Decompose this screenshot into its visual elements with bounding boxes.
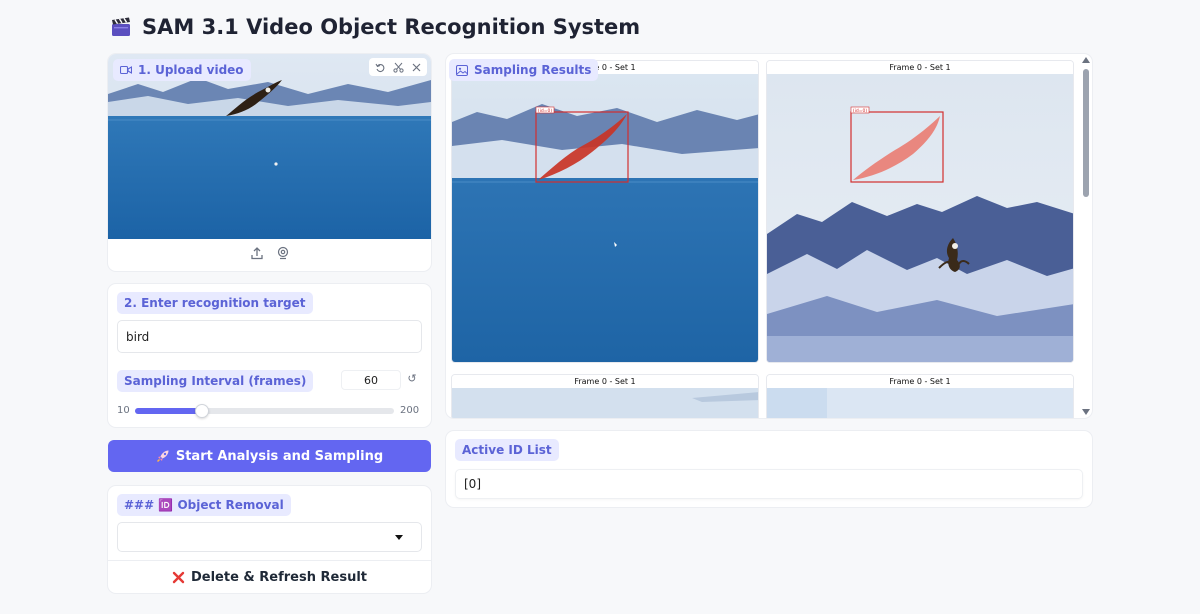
active-id-panel: Active ID List [0] (446, 431, 1092, 507)
video-frame-image (108, 54, 431, 239)
recognition-target-input[interactable] (117, 320, 422, 353)
thumbnail-caption: Frame 0 - Set 1 (767, 375, 1073, 388)
clapperboard-icon (112, 17, 130, 36)
reset-icon[interactable]: ↺ (405, 372, 419, 386)
sampling-results-label: Sampling Results (449, 59, 599, 81)
result-thumbnail[interactable]: Frame 0 - Set 1 (766, 374, 1074, 418)
page-header: SAM 3.1 Video Object Recognition System (110, 12, 640, 42)
divider (108, 560, 431, 561)
start-analysis-button[interactable]: Start Analysis and Sampling (108, 440, 431, 472)
recognition-target-label: 2. Enter recognition target (117, 292, 313, 314)
close-icon[interactable] (408, 59, 424, 75)
chevron-down-icon (395, 535, 403, 540)
scroll-up-icon[interactable] (1082, 57, 1090, 63)
sampling-interval-slider[interactable] (135, 404, 394, 418)
object-removal-panel: ### 🆔 Object Removal Delete & Refresh Re… (108, 486, 431, 593)
scissors-icon[interactable] (390, 59, 406, 75)
webcam-icon[interactable] (275, 245, 291, 261)
detection-box-label: (id=0) (853, 108, 867, 114)
active-id-label: Active ID List (455, 439, 559, 461)
result-frame-image: (id=0) (452, 74, 758, 362)
delete-refresh-button[interactable]: Delete & Refresh Result (108, 563, 431, 591)
object-removal-dropdown[interactable] (117, 522, 422, 552)
video-preview[interactable]: 1. Upload video (108, 54, 431, 239)
result-frame-image (767, 388, 1073, 418)
undo-icon[interactable] (372, 59, 388, 75)
upload-icon[interactable] (249, 245, 265, 261)
sampling-interval-number[interactable] (341, 370, 401, 390)
recognition-target-panel: 2. Enter recognition target Sampling Int… (108, 284, 431, 427)
scroll-down-icon[interactable] (1082, 409, 1090, 415)
active-id-value: [0] (455, 469, 1083, 499)
scroll-thumb[interactable] (1083, 69, 1089, 197)
thumbnail-caption: Frame 0 - Set 1 (767, 61, 1073, 74)
sampling-results-gallery: Frame 0 - Set 1 (id=0) Frame 0 - Set 1 (… (446, 54, 1092, 418)
object-removal-label: ### 🆔 Object Removal (117, 494, 291, 516)
video-source-actions (108, 245, 431, 261)
result-thumbnail[interactable]: Frame 0 - Set 1 (id=0) (766, 60, 1074, 363)
rocket-icon (156, 450, 169, 463)
result-thumbnail[interactable]: Frame 0 - Set 1 (451, 374, 759, 418)
result-frame-image: (id=0) (767, 74, 1073, 362)
slider-fill (135, 408, 203, 414)
page-title: SAM 3.1 Video Object Recognition System (142, 15, 641, 39)
app-frame: SAM 3.1 Video Object Recognition System (0, 0, 1200, 614)
sampling-interval-label: Sampling Interval (frames) (117, 370, 314, 392)
slider-min-label: 10 (117, 405, 130, 416)
result-thumbnail[interactable]: Frame 0 - Set 1 (id=0) (451, 60, 759, 363)
video-camera-icon (120, 65, 132, 75)
upload-video-label: 1. Upload video (113, 59, 251, 81)
slider-max-label: 200 (400, 405, 420, 416)
image-icon (456, 64, 468, 76)
upload-video-panel: 1. Upload video (108, 54, 431, 271)
cross-mark-icon (172, 571, 185, 583)
detection-box-label: (id=0) (538, 108, 552, 114)
gallery-scrollbar[interactable] (1082, 57, 1090, 415)
slider-thumb[interactable] (195, 404, 210, 418)
video-toolbar (369, 58, 427, 76)
result-frame-image (452, 388, 758, 418)
thumbnail-caption: Frame 0 - Set 1 (452, 375, 758, 388)
